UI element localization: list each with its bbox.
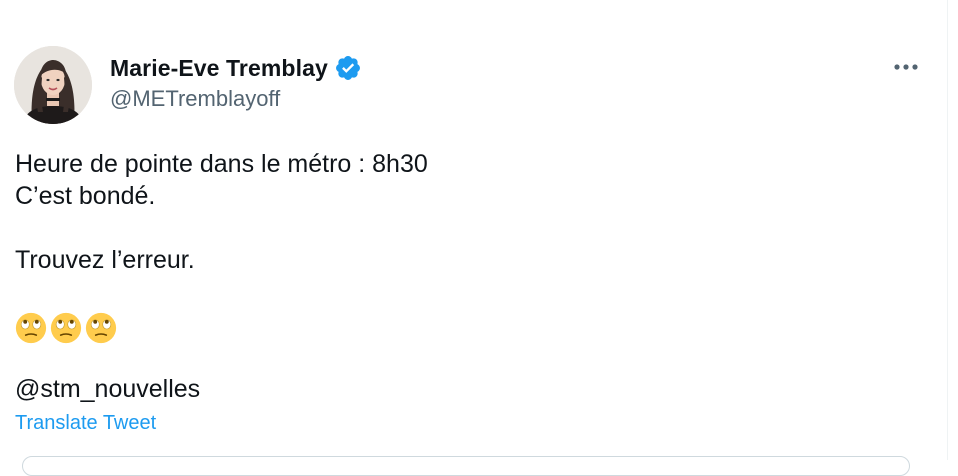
author-display-name[interactable]: Marie-Eve Tremblay [110, 55, 328, 82]
face-with-rolling-eyes-icon [85, 312, 117, 344]
tweet-line: Trouvez l’erreur. [15, 246, 195, 274]
face-with-rolling-eyes-icon [50, 312, 82, 344]
tweet-text: Heure de pointe dans le métro : 8h30 C’e… [15, 148, 915, 344]
translate-tweet-link[interactable]: Translate Tweet [15, 412, 156, 435]
column-divider [947, 0, 948, 460]
mention-link[interactable]: @stm_nouvelles [15, 373, 200, 405]
more-options-button[interactable] [890, 54, 922, 80]
tweet-line: C’est bondé. [15, 182, 156, 210]
tweet-line: Heure de pointe dans le métro : 8h30 [15, 150, 428, 178]
emoji-row [15, 312, 915, 344]
author-name-row: Marie-Eve Tremblay [110, 53, 362, 83]
avatar[interactable] [14, 46, 92, 124]
author-handle[interactable]: @METremblayoff [110, 86, 280, 112]
avatar-photo [14, 46, 92, 124]
tweet: Marie-Eve Tremblay @METremblayoff Heure … [0, 0, 947, 476]
more-icon [894, 64, 918, 70]
quoted-card-edge [22, 456, 910, 476]
verified-badge-icon[interactable] [334, 54, 362, 82]
face-with-rolling-eyes-icon [15, 312, 47, 344]
